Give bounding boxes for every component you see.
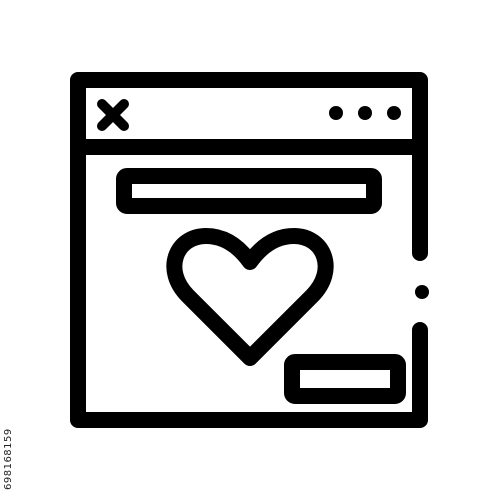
menu-dots-icon bbox=[329, 106, 401, 120]
action-button-shape bbox=[284, 354, 406, 404]
gap-dot bbox=[415, 285, 429, 299]
header-bar bbox=[116, 168, 382, 214]
browser-window-heart-icon bbox=[70, 72, 429, 428]
heart-icon bbox=[166, 228, 334, 366]
watermark-id: 698168159 bbox=[3, 428, 14, 490]
close-icon bbox=[97, 99, 129, 131]
